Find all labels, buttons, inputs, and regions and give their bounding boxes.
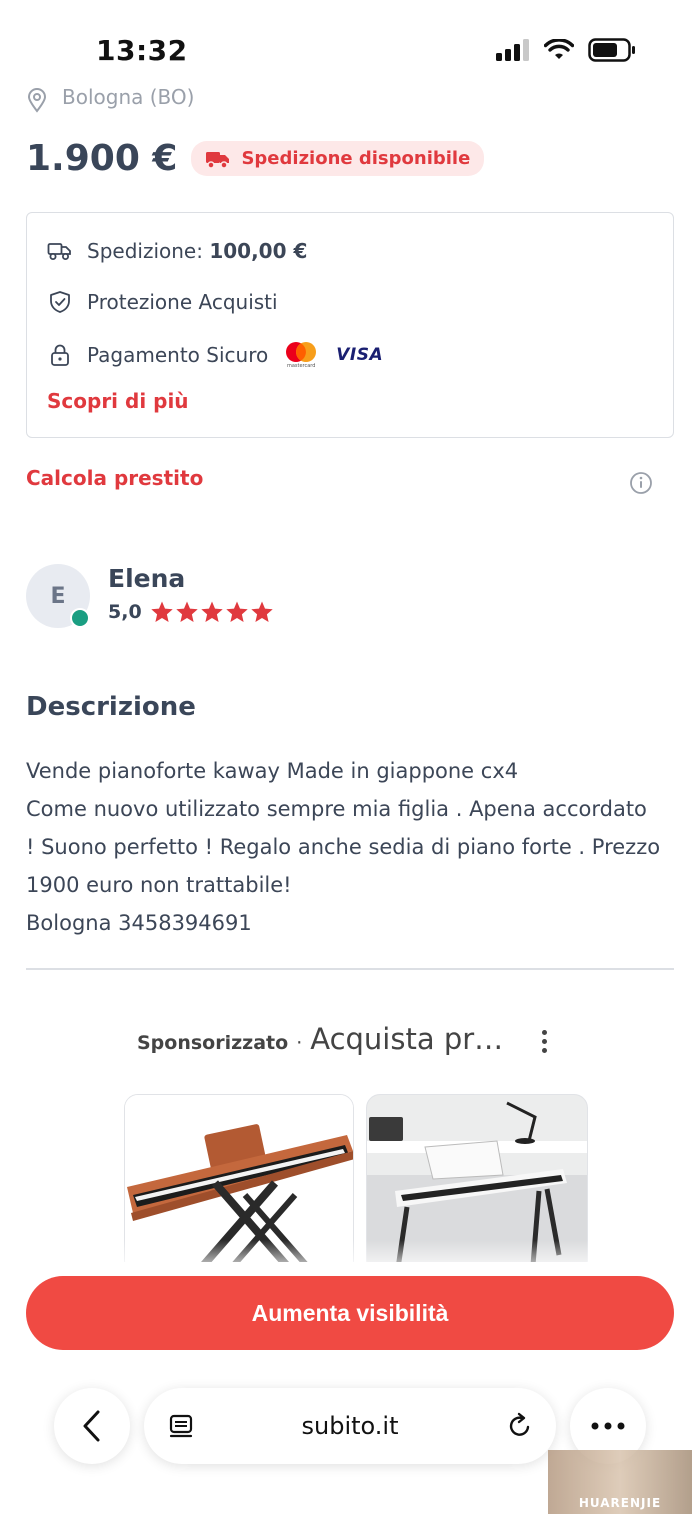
sponsored-title: Acquista pr… bbox=[310, 1022, 504, 1056]
location-pin-icon bbox=[27, 88, 47, 113]
section-divider bbox=[26, 968, 674, 970]
chevron-left-icon bbox=[83, 1410, 100, 1442]
status-time: 13:32 bbox=[96, 34, 188, 67]
protection-row: Protezione Acquisti bbox=[47, 290, 278, 314]
battery-icon bbox=[588, 38, 635, 62]
loan-calculator-link[interactable]: Calcola prestito bbox=[26, 466, 203, 490]
star-icon bbox=[150, 601, 173, 622]
shipping-cost-value: 100,00 € bbox=[209, 239, 308, 263]
description-line: 1900 euro non trattabile! bbox=[26, 873, 292, 897]
url-text: subito.it bbox=[301, 1412, 399, 1440]
seller-initial: E bbox=[50, 583, 66, 609]
info-icon[interactable] bbox=[628, 470, 654, 496]
back-button[interactable] bbox=[54, 1388, 130, 1464]
truck-icon bbox=[206, 151, 230, 169]
price: 1.900 € bbox=[26, 138, 178, 179]
online-status-dot bbox=[70, 608, 90, 628]
shipping-badge-label: Spedizione disponibile bbox=[241, 148, 471, 169]
description-title: Descrizione bbox=[26, 692, 196, 722]
shield-check-icon bbox=[50, 291, 70, 313]
description-line: Vende pianoforte kaway Made in giappone … bbox=[26, 759, 519, 783]
sponsored-separator: · bbox=[296, 1032, 303, 1054]
description-line: Bologna 3458394691 bbox=[26, 911, 252, 935]
signal-icon bbox=[496, 39, 529, 61]
mastercard-caption: mastercard bbox=[286, 363, 316, 369]
payment-label: Pagamento Sicuro bbox=[87, 343, 269, 367]
payment-row: Pagamento Sicuro mastercard VISA bbox=[47, 341, 383, 369]
purchase-info-box: Spedizione: 100,00 € Protezione Acquisti… bbox=[26, 212, 674, 438]
protection-label: Protezione Acquisti bbox=[87, 290, 278, 314]
description-line: Come nuovo utilizzato sempre mia figlia … bbox=[26, 797, 647, 821]
seller-rating: 5,0 bbox=[108, 600, 274, 624]
address-bar[interactable]: subito.it bbox=[144, 1388, 556, 1464]
status-icons bbox=[496, 38, 636, 62]
rating-value: 5,0 bbox=[108, 601, 142, 623]
mastercard-logo: mastercard bbox=[284, 341, 318, 369]
shipping-cost-label: Spedizione: bbox=[87, 239, 210, 263]
price-row: 1.900 € Spedizione disponibile bbox=[26, 138, 485, 179]
truck-outline-icon bbox=[47, 243, 71, 260]
star-icon bbox=[250, 601, 273, 622]
description-line: ! Suono perfetto ! Regalo anche sedia di… bbox=[26, 835, 661, 859]
learn-more-link[interactable]: Scopri di più bbox=[47, 389, 189, 413]
mastercard-icon bbox=[286, 342, 317, 362]
visa-logo: VISA bbox=[336, 345, 384, 365]
shipping-cost-text: Spedizione: 100,00 € bbox=[87, 239, 307, 263]
lock-icon bbox=[51, 344, 69, 366]
status-bar: 13:32 bbox=[0, 0, 700, 96]
seller-name[interactable]: Elena bbox=[108, 564, 185, 593]
description-body: Vende pianoforte kaway Made in giappone … bbox=[26, 752, 686, 942]
star-icon bbox=[225, 601, 248, 622]
star-icon bbox=[200, 601, 223, 622]
listing-location: Bologna (BO) bbox=[26, 86, 194, 114]
ellipsis-icon bbox=[591, 1422, 625, 1430]
location-text: Bologna (BO) bbox=[62, 86, 195, 109]
shipping-cost-row: Spedizione: 100,00 € bbox=[47, 239, 307, 263]
shipping-badge: Spedizione disponibile bbox=[191, 141, 485, 176]
reload-icon[interactable] bbox=[506, 1412, 534, 1440]
more-options-icon[interactable] bbox=[542, 1030, 547, 1053]
star-icon bbox=[175, 601, 198, 622]
wifi-icon bbox=[544, 39, 574, 59]
watermark-logo: HUARENJIE bbox=[548, 1450, 692, 1514]
sponsored-header: Sponsorizzato · Acquista pr… bbox=[137, 1022, 503, 1056]
sponsored-label: Sponsorizzato bbox=[137, 1032, 289, 1054]
watermark-text: HUARENJIE bbox=[578, 1496, 662, 1510]
rating-stars bbox=[150, 600, 274, 624]
boost-visibility-button[interactable]: Aumenta visibilità bbox=[26, 1276, 674, 1350]
